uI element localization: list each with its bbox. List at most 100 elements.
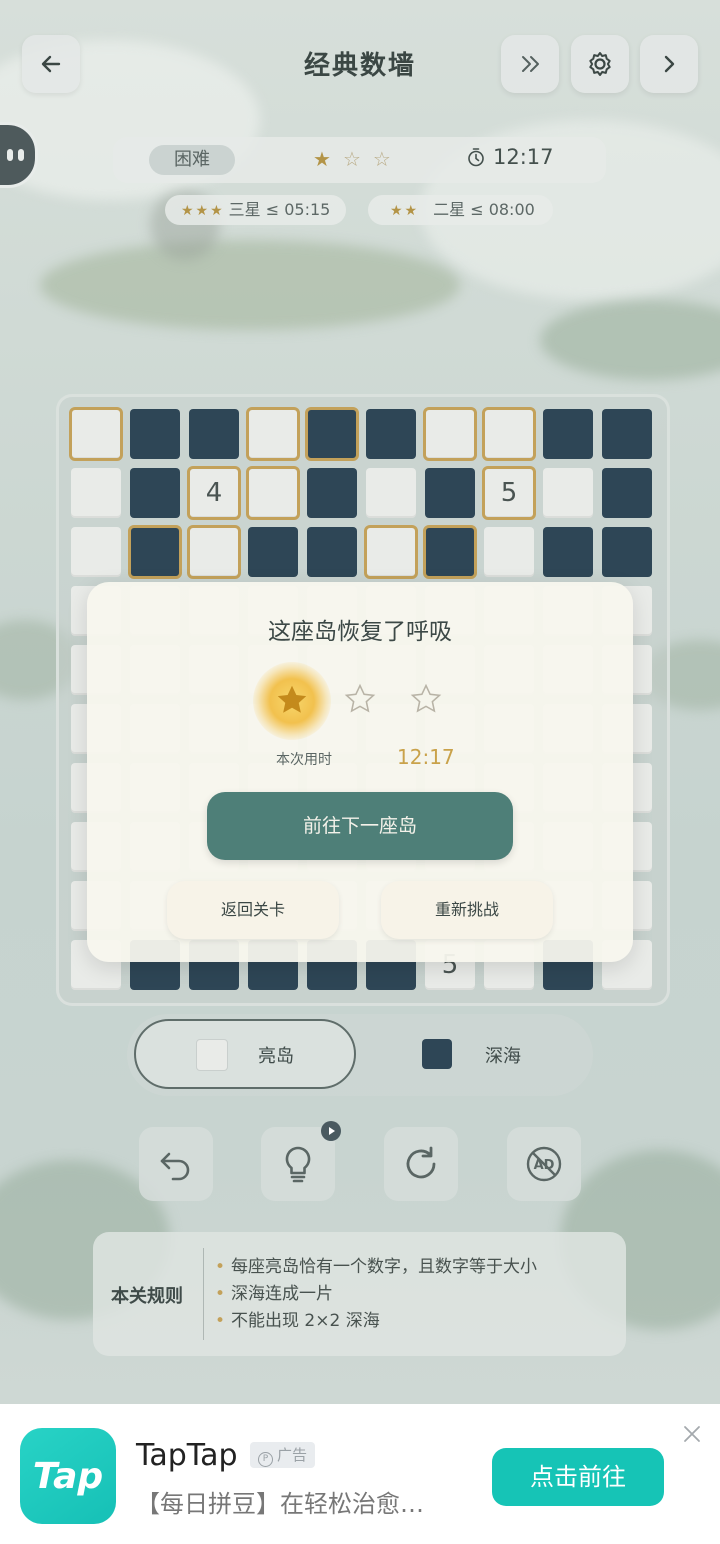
deep-sea-swatch bbox=[422, 1039, 452, 1069]
deep-sea-cell[interactable] bbox=[307, 527, 357, 577]
target-text: 二星 ≤ 08:00 bbox=[433, 200, 535, 219]
deep-sea-cell[interactable] bbox=[543, 527, 593, 577]
deep-sea-cell[interactable] bbox=[425, 468, 475, 518]
level-status-bar: 困难 ★☆☆ 12:17 bbox=[113, 137, 606, 183]
back-arrow-icon bbox=[41, 55, 61, 73]
island-cell[interactable] bbox=[246, 466, 300, 520]
deep-sea-cell[interactable] bbox=[366, 409, 416, 459]
hint-bulb-icon bbox=[285, 1146, 311, 1183]
rules-divider bbox=[203, 1248, 204, 1340]
island-cell[interactable] bbox=[71, 468, 121, 518]
taptap-logo[interactable]: Tap bbox=[20, 1428, 116, 1524]
video-ad-badge bbox=[321, 1121, 341, 1141]
ad-tag-text: 广告 bbox=[277, 1446, 308, 1464]
deep-sea-cell[interactable] bbox=[130, 468, 180, 518]
ad-cta-button[interactable]: 点击前往 bbox=[492, 1448, 664, 1506]
cell-number: 5 bbox=[500, 478, 518, 508]
remove-ads-button[interactable]: AD bbox=[507, 1127, 581, 1201]
star-rating: ★☆☆ bbox=[313, 147, 403, 171]
level-complete-dialog: 这座岛恢复了呼吸 本次用时 12:17 前往下一座岛 返回关卡 重新挑战 bbox=[87, 582, 633, 962]
island-cell[interactable] bbox=[482, 407, 536, 461]
level-timer: 12:17 bbox=[467, 145, 554, 169]
rules-list: 每座亮岛恰有一个数字，且数字等于大小 深海连成一片 不能出现 2×2 深海 bbox=[215, 1254, 537, 1335]
island-cell[interactable] bbox=[69, 407, 123, 461]
rule-item: 不能出现 2×2 深海 bbox=[215, 1308, 537, 1335]
logo-text: Tap bbox=[32, 1455, 104, 1497]
avatar-eye bbox=[18, 149, 24, 161]
ad-label: P 广告 bbox=[250, 1442, 316, 1468]
ad-app-name: TapTap bbox=[136, 1438, 238, 1473]
time-value: 12:17 bbox=[397, 745, 455, 769]
three-star-target: ★★★ 三星 ≤ 05:15 bbox=[165, 195, 347, 225]
retry-button[interactable]: 重新挑战 bbox=[381, 881, 553, 939]
settings-button[interactable] bbox=[571, 35, 629, 93]
deep-sea-cell[interactable] bbox=[248, 527, 298, 577]
paint-mode-toggle: 亮岛 深海 bbox=[127, 1014, 593, 1096]
game-scene: 经典数墙 困难 ★☆☆ 12:17 ★★★ 三星 ≤ 05:15 ★★ 二星 ≤ 0… bbox=[0, 0, 720, 1404]
deep-sea-cell[interactable] bbox=[307, 468, 357, 518]
deep-sea-cell[interactable] bbox=[602, 409, 652, 459]
page-title: 经典数墙 bbox=[303, 51, 416, 81]
play-icon bbox=[329, 1127, 335, 1135]
star-filled-icon bbox=[277, 685, 307, 713]
timer-value: 12:17 bbox=[493, 145, 554, 169]
skip-button[interactable] bbox=[501, 35, 559, 93]
island-cell[interactable] bbox=[246, 407, 300, 461]
hint-button[interactable] bbox=[261, 1121, 341, 1201]
next-level-button[interactable] bbox=[640, 35, 698, 93]
chevron-right-icon bbox=[664, 55, 675, 73]
deep-sea-cell[interactable] bbox=[305, 407, 359, 461]
deep-sea-cell[interactable] bbox=[130, 409, 180, 459]
rule-item: 每座亮岛恰有一个数字，且数字等于大小 bbox=[215, 1254, 537, 1281]
undo-button[interactable] bbox=[139, 1127, 213, 1201]
target-stars: ★★★ bbox=[181, 203, 225, 219]
star-empty-icon: ☆ bbox=[342, 147, 373, 171]
target-text: 三星 ≤ 05:15 bbox=[228, 200, 331, 219]
deep-sea-cell[interactable] bbox=[602, 527, 652, 577]
ad-description: 【每日拼豆】在轻松治愈… bbox=[136, 1490, 424, 1518]
mode-option-deep-sea[interactable]: 深海 bbox=[365, 1019, 587, 1089]
deep-sea-cell[interactable] bbox=[543, 409, 593, 459]
svg-text:AD: AD bbox=[534, 1158, 555, 1173]
deep-sea-cell[interactable] bbox=[602, 468, 652, 518]
gear-icon bbox=[589, 52, 611, 76]
island-swatch bbox=[196, 1039, 228, 1071]
island-cell[interactable] bbox=[364, 525, 418, 579]
island-cell[interactable] bbox=[423, 407, 477, 461]
restart-icon bbox=[406, 1146, 436, 1179]
star-empty-icon: ☆ bbox=[372, 147, 403, 171]
next-island-button[interactable]: 前往下一座岛 bbox=[207, 792, 513, 860]
numbered-island-cell[interactable]: 4 bbox=[187, 466, 241, 520]
rules-panel: 本关规则 每座亮岛恰有一个数字，且数字等于大小 深海连成一片 不能出现 2×2 … bbox=[93, 1232, 626, 1356]
island-cell[interactable] bbox=[366, 468, 416, 518]
no-ads-icon: AD bbox=[526, 1146, 562, 1182]
close-icon[interactable] bbox=[680, 1422, 704, 1446]
back-to-levels-button[interactable]: 返回关卡 bbox=[167, 881, 339, 939]
two-star-target: ★★ 二星 ≤ 08:00 bbox=[368, 195, 553, 225]
island-cell[interactable] bbox=[484, 527, 534, 577]
restart-button[interactable] bbox=[384, 1127, 458, 1201]
avatar-eye bbox=[7, 149, 13, 161]
dialog-title: 这座岛恢复了呼吸 bbox=[268, 619, 452, 645]
ad-mark-icon: P bbox=[258, 1452, 273, 1467]
mode-label: 深海 bbox=[485, 1046, 521, 1067]
island-cell[interactable] bbox=[543, 468, 593, 518]
deep-sea-cell[interactable] bbox=[189, 409, 239, 459]
island-cell[interactable] bbox=[187, 525, 241, 579]
island-cell[interactable] bbox=[71, 527, 121, 577]
bg-island bbox=[540, 300, 720, 380]
time-label: 本次用时 bbox=[276, 752, 332, 768]
back-button[interactable] bbox=[22, 35, 80, 93]
deep-sea-cell[interactable] bbox=[423, 525, 477, 579]
star-empty-icon bbox=[410, 683, 442, 713]
target-stars: ★★ bbox=[390, 203, 420, 219]
mode-option-island[interactable]: 亮岛 bbox=[134, 1019, 356, 1089]
star-empty-icon bbox=[344, 683, 376, 713]
ad-banner[interactable]: Tap TapTap P 广告 【每日拼豆】在轻松治愈… 点击前往 bbox=[0, 1404, 720, 1544]
mode-label: 亮岛 bbox=[258, 1046, 294, 1067]
rules-title: 本关规则 bbox=[111, 1286, 183, 1307]
numbered-island-cell[interactable]: 5 bbox=[482, 466, 536, 520]
undo-icon bbox=[160, 1152, 190, 1181]
star-filled-icon: ★ bbox=[313, 147, 343, 171]
deep-sea-cell[interactable] bbox=[128, 525, 182, 579]
